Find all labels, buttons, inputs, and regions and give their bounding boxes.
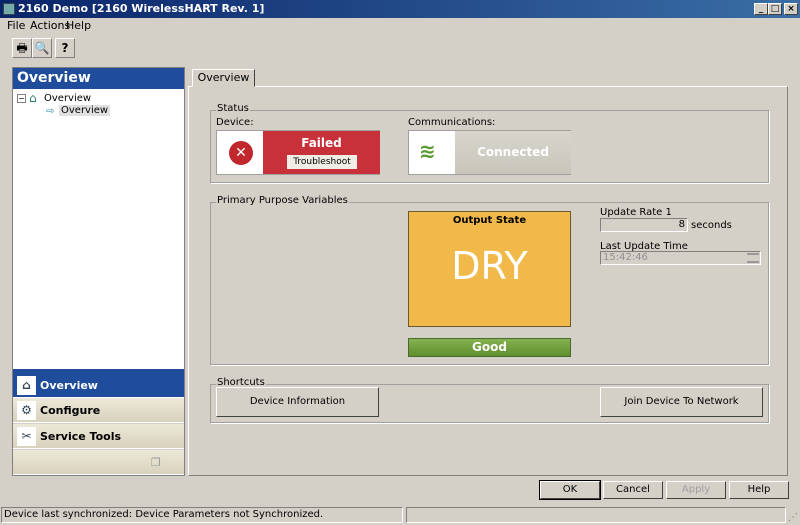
home-icon: ⌂: [29, 91, 37, 105]
arrow-icon: ⇨: [46, 106, 55, 117]
nav-label: Service Tools: [40, 430, 122, 443]
device-status-panel: Failed Troubleshoot: [263, 131, 380, 174]
help-pointer-icon[interactable]: ?: [55, 38, 75, 58]
comm-status-tile: ≋ Connected: [408, 130, 571, 175]
tab-overview[interactable]: Overview: [192, 69, 255, 87]
copy-icon[interactable]: ❐: [151, 450, 161, 475]
tools-icon: ✂: [17, 427, 36, 446]
print-preview-icon[interactable]: 🔍: [32, 38, 52, 58]
join-network-button[interactable]: Join Device To Network: [600, 387, 763, 417]
tree-view: − ⌂ Overview ⇨ Overview: [13, 89, 184, 369]
error-icon: ✕: [229, 141, 253, 165]
device-state: Failed: [301, 136, 342, 150]
nav-label: Overview: [40, 379, 98, 392]
menu-actions[interactable]: Actions: [30, 19, 70, 33]
group-label: Primary Purpose Variables: [216, 195, 349, 206]
status-text: Device last synchronized: Device Paramet…: [1, 507, 403, 523]
help-button[interactable]: Help: [729, 481, 789, 499]
comm-label: Communications:: [408, 117, 496, 128]
tree-item-child[interactable]: Overview: [59, 105, 111, 116]
cancel-button[interactable]: Cancel: [603, 481, 663, 499]
output-value: DRY: [451, 244, 528, 288]
output-title: Output State: [452, 215, 527, 226]
device-label: Device:: [216, 117, 254, 128]
app-icon: [3, 3, 15, 15]
gear-icon: ⚙: [17, 401, 36, 420]
last-update-field: 15:42:46: [600, 251, 761, 265]
nav-label: Configure: [40, 404, 101, 417]
output-state-tile: Output State DRY: [408, 211, 571, 327]
troubleshoot-button[interactable]: Troubleshoot: [287, 155, 357, 169]
menu-help[interactable]: Help: [66, 19, 91, 33]
menu-file[interactable]: File: [7, 19, 25, 33]
title-bar: 2160 Demo [2160 WirelessHART Rev. 1]: [0, 0, 800, 18]
print-icon[interactable]: 🖶: [12, 38, 32, 58]
update-rate-label: Update Rate 1: [600, 207, 672, 218]
nav-service-tools[interactable]: ✂ Service Tools: [13, 424, 184, 449]
minimize-button[interactable]: _: [754, 3, 768, 15]
update-rate-field[interactable]: 8: [600, 218, 688, 232]
update-rate-unit: seconds: [691, 220, 732, 231]
maximize-button[interactable]: □: [768, 3, 782, 15]
nav-overview[interactable]: ⌂ Overview: [13, 373, 184, 398]
close-button[interactable]: ×: [784, 3, 798, 15]
collapse-icon[interactable]: −: [17, 94, 26, 103]
resize-grip-icon[interactable]: ⋰: [788, 510, 798, 525]
device-status-tile: ✕ Failed Troubleshoot: [216, 130, 380, 175]
quality-badge: Good: [408, 338, 571, 357]
apply-button[interactable]: Apply: [666, 481, 726, 499]
group-label: Status: [216, 103, 250, 114]
window-title: 2160 Demo [2160 WirelessHART Rev. 1]: [18, 2, 265, 15]
nav-configure[interactable]: ⚙ Configure: [13, 398, 184, 423]
device-information-button[interactable]: Device Information: [216, 387, 379, 417]
status-panel: [406, 507, 786, 523]
panel-header: Overview: [13, 68, 184, 89]
left-panel: Overview − ⌂ Overview ⇨ Overview ⌂ Overvi…: [12, 67, 185, 476]
wireless-icon: ≋: [419, 139, 436, 163]
spinner-icon: [747, 253, 759, 263]
tree-item-root[interactable]: Overview: [44, 93, 91, 104]
nav-footer: ❐: [13, 450, 184, 475]
home-icon: ⌂: [17, 376, 36, 395]
status-bar: Device last synchronized: Device Paramet…: [0, 507, 800, 524]
comm-state: Connected: [455, 131, 571, 174]
ok-button[interactable]: OK: [539, 480, 601, 500]
